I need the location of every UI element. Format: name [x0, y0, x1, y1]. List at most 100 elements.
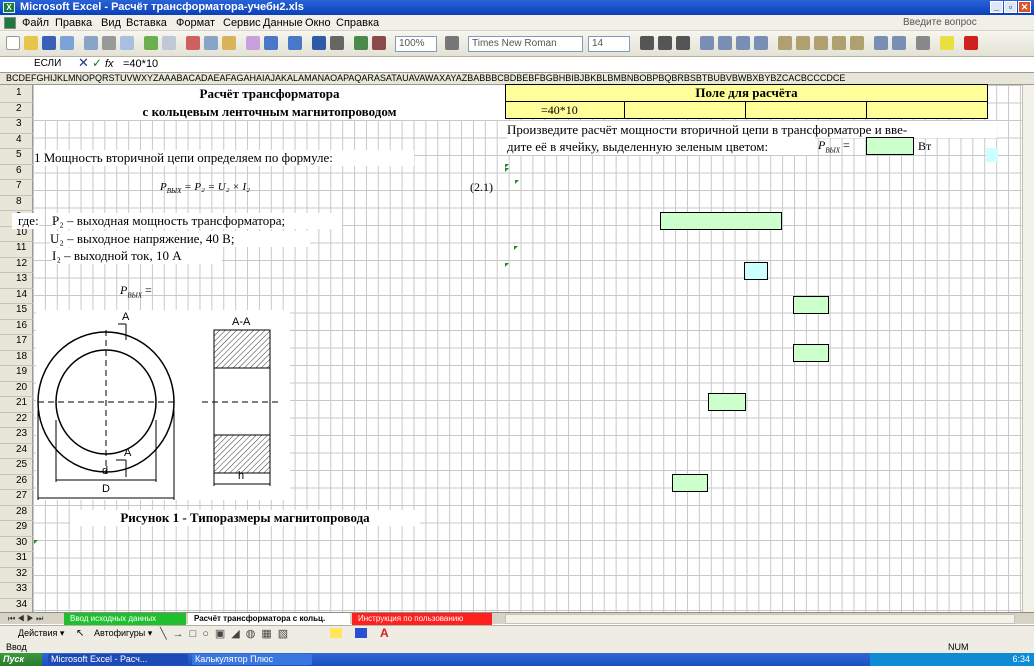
row-header[interactable]: 12 [0, 258, 33, 273]
spelling-icon[interactable] [144, 36, 158, 50]
align-right-icon[interactable] [736, 36, 750, 50]
menu-insert[interactable]: Вставка [126, 17, 167, 29]
row-header[interactable]: 25 [0, 459, 33, 475]
green-box-4[interactable] [708, 393, 746, 411]
menu-help[interactable]: Справка [336, 17, 379, 29]
row-header[interactable]: 18 [0, 351, 33, 366]
italic-icon[interactable] [658, 36, 672, 50]
horizontal-scrollbar[interactable] [505, 614, 1015, 624]
answer-input-cell[interactable] [866, 137, 914, 155]
permission-icon[interactable] [60, 36, 74, 50]
sort-asc-icon[interactable] [354, 36, 368, 50]
document-icon[interactable] [4, 17, 16, 29]
zoom-select[interactable]: 100% [395, 36, 437, 52]
email-icon[interactable] [84, 36, 98, 50]
comment-marker[interactable] [515, 180, 519, 184]
cyan-box[interactable] [744, 262, 768, 280]
ask-question-box[interactable]: Введите вопрос [903, 17, 977, 28]
row-header[interactable]: 5 [0, 149, 33, 165]
name-box[interactable]: ЕСЛИ [34, 58, 61, 69]
comma-icon[interactable] [814, 36, 828, 50]
row-header[interactable]: 33 [0, 583, 33, 599]
row-header[interactable]: 28 [0, 506, 33, 521]
formula-input[interactable]: =40*10 [123, 58, 158, 70]
menu-data[interactable]: Данные [263, 17, 303, 29]
increase-indent-icon[interactable] [892, 36, 906, 50]
calc-field-cell-2[interactable] [624, 101, 746, 119]
format-painter-icon[interactable] [246, 36, 260, 50]
sheet-nav-arrows[interactable]: ⏮ ◀ ▶ ⏭ [8, 613, 43, 625]
sheet-tab-input-data[interactable]: Ввод исходных данных [64, 613, 186, 625]
bold-icon[interactable] [640, 36, 654, 50]
print-icon[interactable] [102, 36, 116, 50]
row-header[interactable]: 1 [0, 87, 33, 103]
line-color-tool-icon[interactable] [355, 628, 367, 638]
maximize-button[interactable]: ▫ [1004, 1, 1017, 13]
start-button[interactable]: Пуск [0, 653, 42, 666]
green-box-1[interactable] [660, 212, 782, 230]
menu-window[interactable]: Окно [305, 17, 331, 29]
sheet-tab-calc[interactable]: Расчёт трансформатора с кольц. [188, 613, 350, 625]
print-preview-icon[interactable] [120, 36, 134, 50]
task-excel[interactable]: Microsoft Excel - Расч... [48, 654, 188, 665]
comment-marker[interactable] [505, 263, 509, 267]
calc-field-cell-3[interactable] [745, 101, 867, 119]
paste-icon[interactable] [222, 36, 236, 50]
menu-file[interactable]: Файл [22, 17, 49, 29]
row-header[interactable]: 30 [0, 537, 33, 552]
align-left-icon[interactable] [700, 36, 714, 50]
row-header[interactable]: 7 [0, 180, 33, 196]
row-header[interactable]: 13 [0, 273, 33, 289]
increase-decimal-icon[interactable] [832, 36, 846, 50]
enter-icon[interactable]: ✓ [92, 56, 102, 70]
copy-icon[interactable] [204, 36, 218, 50]
row-header[interactable]: 31 [0, 552, 33, 568]
merge-center-icon[interactable] [754, 36, 768, 50]
menu-format[interactable]: Формат [176, 17, 215, 29]
select-objects-icon[interactable]: ↖ [76, 628, 84, 639]
row-header[interactable]: 4 [0, 134, 33, 149]
row-header[interactable]: 6 [0, 165, 33, 180]
row-header[interactable]: 23 [0, 428, 33, 444]
row-header[interactable]: 2 [0, 103, 33, 118]
font-select[interactable]: Times New Roman [468, 36, 583, 52]
autoshapes-menu[interactable]: Автофигуры ▾ [94, 628, 152, 639]
font-size-select[interactable]: 14 [588, 36, 630, 52]
redo-icon[interactable] [288, 36, 302, 50]
cut-icon[interactable] [186, 36, 200, 50]
row-headers[interactable]: 1234567891011121314151617181920212223242… [0, 85, 33, 614]
open-icon[interactable] [24, 36, 38, 50]
green-box-5[interactable] [672, 474, 708, 492]
row-header[interactable]: 22 [0, 413, 33, 428]
decrease-indent-icon[interactable] [874, 36, 888, 50]
row-header[interactable]: 11 [0, 242, 33, 258]
research-icon[interactable] [162, 36, 176, 50]
undo-icon[interactable] [264, 36, 278, 50]
calc-field-cell-4[interactable] [866, 101, 988, 119]
vertical-scrollbar[interactable] [1022, 85, 1034, 612]
row-header[interactable]: 15 [0, 304, 33, 320]
row-header[interactable]: 32 [0, 568, 33, 583]
autosum-icon[interactable] [330, 36, 344, 50]
row-header[interactable]: 26 [0, 475, 33, 490]
comment-marker[interactable] [514, 246, 518, 250]
row-header[interactable]: 20 [0, 382, 33, 397]
decrease-decimal-icon[interactable] [850, 36, 864, 50]
font-color-tool-icon[interactable]: A [380, 626, 389, 640]
row-header[interactable]: 14 [0, 289, 33, 304]
comment-marker[interactable] [34, 540, 38, 544]
green-box-3[interactable] [793, 344, 829, 362]
row-header[interactable]: 21 [0, 397, 33, 413]
sheet-tab-instructions[interactable]: Инструкция по пользованию [352, 613, 492, 625]
row-header[interactable]: 3 [0, 118, 33, 134]
row-header[interactable]: 19 [0, 366, 33, 382]
fill-color-tool-icon[interactable] [330, 628, 342, 638]
menu-tools[interactable]: Сервис [223, 17, 261, 29]
font-color-icon[interactable] [964, 36, 978, 50]
menu-edit[interactable]: Правка [55, 17, 92, 29]
row-header[interactable]: 27 [0, 490, 33, 506]
new-icon[interactable] [6, 36, 20, 50]
borders-icon[interactable] [916, 36, 930, 50]
close-button[interactable]: ✕ [1018, 1, 1031, 13]
hyperlink-icon[interactable] [312, 36, 326, 50]
